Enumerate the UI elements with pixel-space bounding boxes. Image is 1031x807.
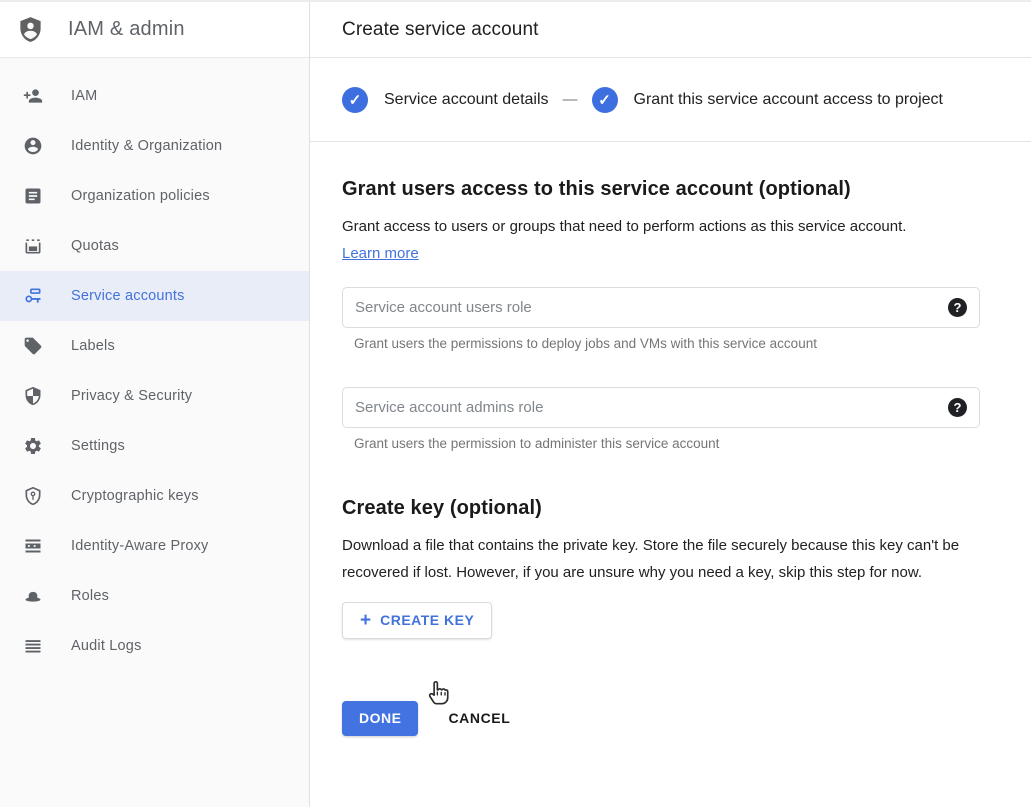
step-service-account-details[interactable]: ✓ Service account details	[342, 87, 549, 113]
create-key-description: Download a file that contains the privat…	[342, 532, 970, 586]
grant-users-heading: Grant users access to this service accou…	[342, 178, 999, 201]
sidebar-item-service-accounts[interactable]: Service accounts	[0, 271, 309, 321]
grant-users-description: Grant access to users or groups that nee…	[342, 214, 972, 240]
sidebar-item-identity-aware-proxy[interactable]: Identity-Aware Proxy	[0, 521, 309, 571]
admins-role-helper-text: Grant users the permission to administer…	[354, 436, 999, 451]
create-key-button[interactable]: + CREATE KEY	[342, 602, 492, 639]
sidebar-title: IAM & admin	[68, 18, 185, 41]
label-tag-icon	[23, 336, 43, 356]
proxy-bands-icon	[23, 536, 43, 556]
sidebar-item-label: Organization policies	[71, 188, 210, 204]
content-area: Create service account ✓ Service account…	[310, 2, 1031, 807]
sidebar-header: IAM & admin	[0, 2, 309, 58]
content-header: Create service account	[310, 2, 1031, 58]
step-label: Service account details	[384, 91, 549, 109]
service-account-users-role-input[interactable]	[342, 287, 980, 328]
quotas-square-icon	[23, 236, 43, 256]
sidebar-item-privacy-security[interactable]: Privacy & Security	[0, 371, 309, 421]
sidebar-item-label: Identity-Aware Proxy	[71, 538, 209, 554]
sidebar-item-iam[interactable]: IAM	[0, 71, 309, 121]
shield-half-icon	[23, 386, 43, 406]
service-account-key-icon	[23, 286, 43, 306]
sidebar-item-labels[interactable]: Labels	[0, 321, 309, 371]
sidebar-item-identity-organization[interactable]: Identity & Organization	[0, 121, 309, 171]
step-separator: —	[563, 91, 578, 108]
sidebar-item-audit-logs[interactable]: Audit Logs	[0, 621, 309, 671]
create-key-section: Create key (optional) Download a file th…	[342, 497, 999, 639]
shield-key-icon	[23, 486, 43, 506]
list-lines-icon	[23, 636, 43, 656]
users-role-field: ?	[342, 287, 980, 328]
gear-icon	[23, 436, 43, 456]
help-icon[interactable]: ?	[948, 398, 967, 417]
cancel-button[interactable]: CANCEL	[448, 710, 510, 726]
sidebar-item-label: Labels	[71, 338, 115, 354]
plus-icon: +	[360, 611, 371, 630]
person-add-icon	[23, 86, 43, 106]
help-icon[interactable]: ?	[948, 298, 967, 317]
sidebar-item-label: Privacy & Security	[71, 388, 192, 404]
create-key-button-label: CREATE KEY	[380, 612, 474, 628]
sidebar-item-roles[interactable]: Roles	[0, 571, 309, 621]
step-check-icon: ✓	[342, 87, 368, 113]
done-button[interactable]: DONE	[342, 701, 418, 736]
sidebar: IAM & admin IAM Identity & Organization	[0, 2, 310, 807]
create-key-heading: Create key (optional)	[342, 497, 999, 520]
sidebar-item-settings[interactable]: Settings	[0, 421, 309, 471]
sidebar-item-label: Service accounts	[71, 288, 185, 304]
document-lines-icon	[23, 186, 43, 206]
stepper: ✓ Service account details — ✓ Grant this…	[310, 58, 1031, 142]
sidebar-item-label: Audit Logs	[71, 638, 142, 654]
sidebar-item-organization-policies[interactable]: Organization policies	[0, 171, 309, 221]
sidebar-item-label: Roles	[71, 588, 109, 604]
users-role-helper-text: Grant users the permissions to deploy jo…	[354, 336, 999, 351]
sidebar-item-quotas[interactable]: Quotas	[0, 221, 309, 271]
form-actions: DONE CANCEL	[342, 701, 999, 736]
step-check-icon: ✓	[592, 87, 618, 113]
sidebar-item-label: Settings	[71, 438, 125, 454]
sidebar-nav: IAM Identity & Organization Organization…	[0, 58, 309, 671]
admins-role-field-group: ? Grant users the permission to administ…	[342, 387, 999, 451]
service-account-admins-role-input[interactable]	[342, 387, 980, 428]
step-grant-access[interactable]: ✓ Grant this service account access to p…	[592, 87, 943, 113]
learn-more-link[interactable]: Learn more	[342, 245, 419, 262]
sidebar-item-label: IAM	[71, 88, 97, 104]
users-role-field-group: ? Grant users the permissions to deploy …	[342, 287, 999, 351]
hat-icon	[23, 586, 43, 606]
step-label: Grant this service account access to pro…	[634, 91, 943, 109]
sidebar-item-cryptographic-keys[interactable]: Cryptographic keys	[0, 471, 309, 521]
page-title: Create service account	[342, 19, 539, 41]
main-panel: Grant users access to this service accou…	[310, 142, 1031, 736]
sidebar-item-label: Identity & Organization	[71, 138, 222, 154]
admins-role-field: ?	[342, 387, 980, 428]
sidebar-item-label: Quotas	[71, 238, 119, 254]
iam-admin-page: IAM & admin IAM Identity & Organization	[0, 0, 1031, 807]
iam-shield-logo-icon	[17, 15, 45, 45]
sidebar-item-label: Cryptographic keys	[71, 488, 199, 504]
account-circle-icon	[23, 136, 43, 156]
